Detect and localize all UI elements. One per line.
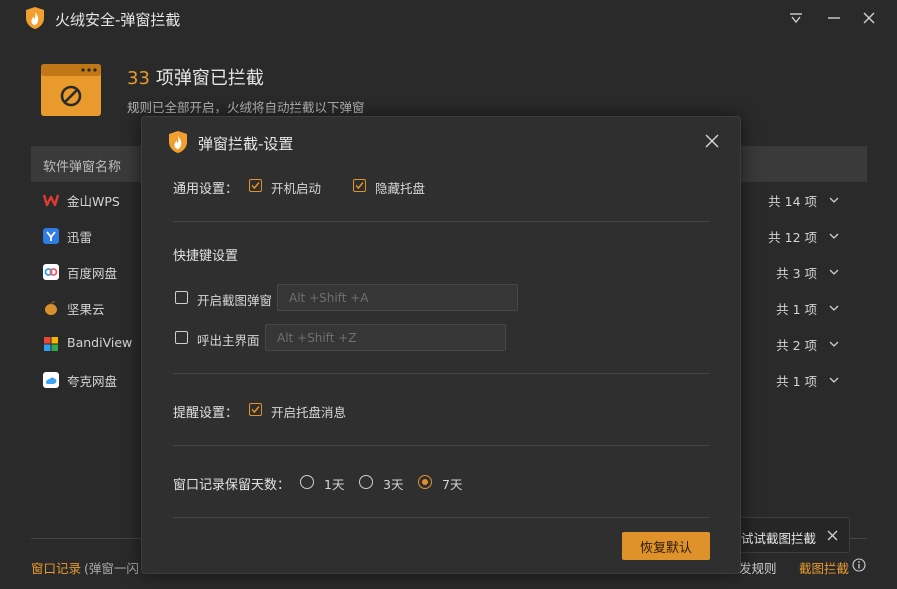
xunlei-icon	[43, 228, 59, 244]
list-item-count: 共 1 项	[776, 374, 817, 389]
chevron-down-icon[interactable]	[829, 231, 839, 241]
rule-link[interactable]: 发规则	[739, 558, 777, 577]
screenshot-popup-hotkey-checkbox[interactable]	[175, 291, 188, 304]
list-item-name: 金山WPS	[67, 194, 120, 209]
minimize-button[interactable]	[824, 8, 844, 28]
list-item-count: 共 2 项	[776, 338, 817, 353]
general-settings-label: 通用设置：	[173, 182, 239, 197]
chevron-down-icon[interactable]	[829, 267, 839, 277]
list-item-count: 共 3 项	[776, 266, 817, 281]
check-icon	[355, 182, 364, 190]
retention-1day-label[interactable]: 1天	[324, 474, 344, 493]
hide-tray-checkbox[interactable]	[353, 179, 366, 192]
huorong-shield-icon	[26, 7, 44, 29]
list-item-count: 共 1 项	[776, 302, 817, 317]
retention-days-label: 窗口记录保留天数：	[173, 478, 291, 493]
retention-3day-label[interactable]: 3天	[383, 474, 403, 493]
retention-1day-radio[interactable]	[300, 475, 314, 489]
settings-dialog: 弹窗拦截-设置 通用设置： 开机启动 隐藏托盘 快捷键设置 开启截图弹窗 呼出主…	[141, 116, 741, 574]
list-item-name: 百度网盘	[67, 266, 118, 281]
app-title: 火绒安全-弹窗拦截	[55, 11, 181, 29]
list-item-name: 坚果云	[67, 302, 105, 317]
blocked-window-icon	[41, 64, 101, 116]
reminder-settings-label: 提醒设置：	[173, 406, 239, 421]
screenshot-popup-hotkey-label[interactable]: 开启截图弹窗	[197, 290, 272, 309]
wps-icon	[43, 194, 59, 207]
section-divider	[173, 445, 710, 446]
section-divider	[173, 221, 710, 222]
chevron-down-icon[interactable]	[829, 339, 839, 349]
show-main-hotkey-label[interactable]: 呼出主界面	[197, 330, 260, 349]
tip-text: 试试截图拦截	[741, 531, 817, 546]
section-divider	[173, 373, 710, 374]
list-item-name: BandiView	[67, 335, 133, 350]
hotkey-settings-label: 快捷键设置	[173, 249, 239, 264]
autostart-label[interactable]: 开机启动	[271, 178, 321, 197]
list-item-name: 迅雷	[67, 230, 93, 245]
hide-tray-label[interactable]: 隐藏托盘	[375, 178, 425, 197]
jianguoyun-icon	[45, 301, 57, 315]
menu-dropdown-button[interactable]	[786, 8, 806, 28]
blocked-count-suffix: 项弹窗已拦截	[155, 68, 264, 89]
retention-7day-radio[interactable]	[418, 475, 432, 489]
screenshot-block-link[interactable]: 截图拦截	[799, 558, 849, 577]
show-main-hotkey-input[interactable]	[265, 324, 506, 351]
blocked-count-title: 33 项弹窗已拦截	[127, 64, 264, 90]
list-item-count: 共 12 项	[768, 230, 817, 245]
info-icon[interactable]	[852, 558, 866, 572]
close-icon	[863, 12, 875, 24]
huorong-shield-icon	[169, 131, 187, 153]
bandiview-icon	[44, 337, 58, 351]
list-item-count: 共 14 项	[768, 194, 817, 209]
baidu-netdisk-icon	[43, 264, 59, 280]
show-main-hotkey-checkbox[interactable]	[175, 331, 188, 344]
dialog-title: 弹窗拦截-设置	[198, 135, 294, 153]
minimize-icon	[828, 17, 840, 19]
window-log-link[interactable]: 窗口记录	[31, 558, 81, 577]
retention-3day-radio[interactable]	[359, 475, 373, 489]
chevron-down-icon[interactable]	[829, 195, 839, 205]
close-icon[interactable]	[705, 134, 719, 148]
list-item-name: 夸克网盘	[67, 374, 118, 389]
tray-message-checkbox[interactable]	[249, 403, 262, 416]
menu-dropdown-icon	[790, 13, 802, 24]
autostart-checkbox[interactable]	[249, 179, 262, 192]
header-subtitle: 规则已全部开启，火绒将自动拦截以下弹窗	[127, 100, 365, 115]
blocked-count: 33	[127, 68, 150, 89]
window-log-note: (弹窗一闪	[84, 561, 139, 576]
chevron-down-icon[interactable]	[829, 375, 839, 385]
check-icon	[251, 406, 260, 414]
title-bar: 火绒安全-弹窗拦截	[0, 0, 897, 38]
close-window-button[interactable]	[859, 8, 879, 28]
chevron-down-icon[interactable]	[829, 303, 839, 313]
tray-message-label[interactable]: 开启托盘消息	[271, 402, 346, 421]
column-software-name: 软件弹窗名称	[43, 160, 122, 175]
retention-7day-label[interactable]: 7天	[442, 474, 462, 493]
restore-defaults-button[interactable]: 恢复默认	[622, 532, 710, 560]
close-icon[interactable]	[827, 530, 838, 541]
screenshot-popup-hotkey-input[interactable]	[277, 284, 518, 311]
quark-netdisk-icon	[43, 372, 59, 388]
check-icon	[251, 182, 260, 190]
section-divider	[173, 517, 710, 518]
